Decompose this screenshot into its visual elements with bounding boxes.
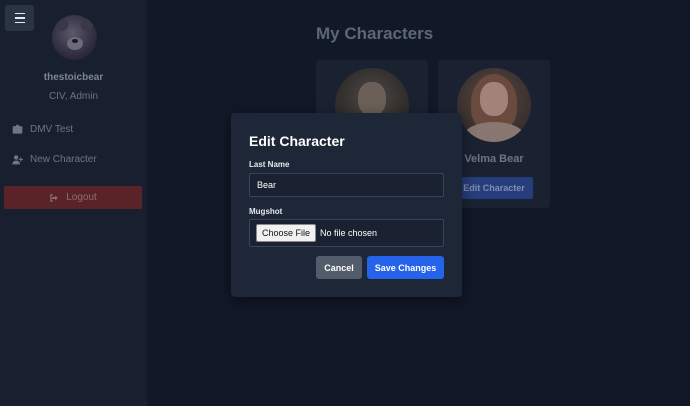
sidebar-item-label: DMV Test	[30, 124, 74, 135]
username: thestoicbear	[43, 72, 104, 83]
last-name-label: Last Name	[249, 160, 290, 169]
id-card-icon	[12, 124, 23, 134]
mugshot-file-input[interactable]: Choose File No file chosen	[249, 219, 444, 247]
app-root: thestoicbear CIV, Admin DMV Test New Cha…	[0, 0, 690, 406]
character-avatar	[457, 68, 531, 142]
cancel-button[interactable]: Cancel	[316, 256, 362, 279]
choose-file-button[interactable]: Choose File	[256, 224, 317, 242]
page-title: My Characters	[316, 24, 434, 43]
sidebar: thestoicbear CIV, Admin DMV Test New Cha…	[0, 0, 147, 406]
save-changes-button[interactable]: Save Changes	[367, 256, 444, 279]
sidebar-item-dmv-test[interactable]: DMV Test	[12, 124, 73, 135]
logout-label: Logout	[66, 192, 97, 203]
avatar	[52, 15, 97, 60]
sign-out-icon	[50, 193, 58, 202]
edit-character-button[interactable]: Edit Character	[455, 177, 533, 199]
last-name-input[interactable]: Bear	[249, 173, 444, 197]
hamburger-icon[interactable]	[5, 5, 34, 31]
user-plus-icon	[12, 155, 23, 165]
modal-title: Edit Character	[249, 133, 345, 149]
sidebar-item-new-character[interactable]: New Character	[12, 154, 97, 165]
logout-button[interactable]: Logout	[4, 186, 142, 209]
mugshot-label: Mugshot	[249, 207, 283, 216]
edit-character-modal: Edit Character Last Name Bear Mugshot Ch…	[231, 113, 462, 297]
sidebar-item-label: New Character	[30, 154, 97, 165]
user-role: CIV, Admin	[48, 91, 99, 102]
file-status: No file chosen	[320, 228, 378, 238]
